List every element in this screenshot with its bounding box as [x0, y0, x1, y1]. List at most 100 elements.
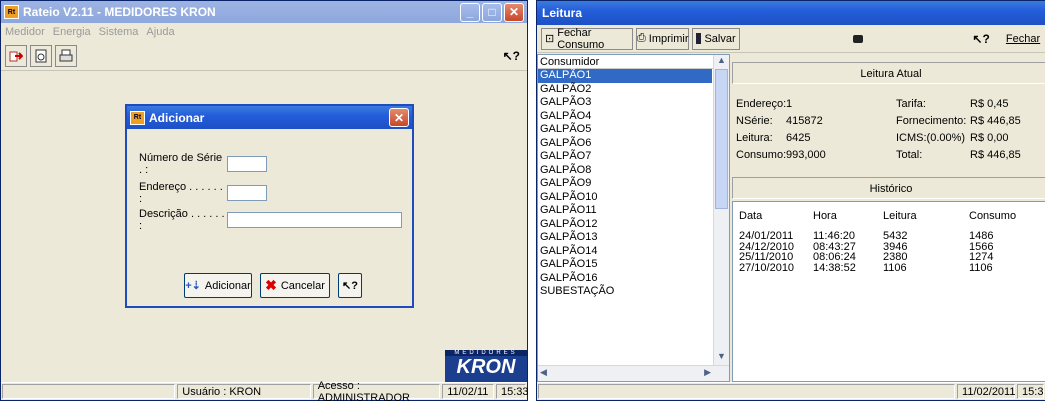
history-columns: Data Hora Leitura Consumo	[739, 210, 1045, 224]
add-meter-button[interactable]	[5, 44, 27, 67]
help-button[interactable]: ↖?	[970, 27, 993, 50]
app-icon: Rt	[4, 5, 19, 19]
list-item[interactable]: GALPÃO4	[538, 110, 712, 124]
consumption-label: Consumo:	[736, 149, 787, 161]
reading-button[interactable]	[30, 44, 52, 67]
list-item[interactable]: GALPÃO15	[538, 258, 712, 272]
scroll-left-arrow[interactable]: ◀	[540, 367, 547, 378]
serial-number-field[interactable]	[227, 156, 267, 172]
row-consumption: 1106	[969, 261, 993, 274]
menu-ajuda[interactable]: Ajuda	[146, 26, 174, 38]
minimize-button[interactable]: _	[460, 2, 480, 22]
scroll-thumb[interactable]	[715, 69, 728, 209]
leitura-window: Leitura ⊡ Fechar Consumo ⎙ Imprimir Salv…	[536, 0, 1045, 401]
cancel-button-label: Cancelar	[280, 279, 325, 292]
list-item[interactable]: GALPÃO5	[538, 123, 712, 137]
list-item[interactable]: GALPÃO14	[538, 245, 712, 259]
status-user: Usuário : KRON	[177, 384, 311, 399]
dialog-icon: Rt	[130, 110, 145, 125]
column-reading: Leitura	[883, 210, 917, 222]
help-button[interactable]: ↖?	[499, 44, 523, 67]
status-time: 15:32	[1017, 384, 1044, 399]
tariff-label: Tarifa:	[896, 98, 926, 110]
table-row[interactable]: 24/12/2010 08:43:27 3946 1566	[739, 241, 1045, 253]
help-icon: ↖?	[342, 280, 358, 292]
consumer-list[interactable]: Consumidor GALPÃO1 GALPÃO2 GALPÃO3 GALPÃ…	[537, 54, 730, 382]
connection-icon	[852, 34, 864, 43]
dialog-help-button[interactable]: ↖?	[338, 273, 362, 298]
table-row[interactable]: 25/11/2010 08:06:24 2380 1274	[739, 251, 1045, 263]
main-toolbar: ↖?	[1, 41, 527, 71]
reading-value: 6425	[786, 132, 811, 144]
scroll-up-arrow[interactable]: ▲	[714, 55, 729, 69]
leitura-toolbar: ⊡ Fechar Consumo ⎙ Imprimir Salvar ↖? Fe…	[537, 25, 1045, 53]
status-time: 15:33	[496, 384, 529, 399]
cancel-button[interactable]: ✖ Cancelar	[260, 273, 330, 298]
logo: MEDIDORES KRON	[445, 350, 527, 382]
total-label: Total:	[896, 149, 923, 161]
status-access: Acesso : ADMINISTRADOR	[312, 380, 441, 404]
list-item[interactable]: GALPÃO1	[538, 69, 712, 83]
leitura-titlebar[interactable]: Leitura	[537, 1, 1045, 25]
list-item[interactable]: GALPÃO13	[538, 231, 712, 245]
dialog-close-button[interactable]: ✕	[389, 108, 409, 127]
add-button[interactable]: +⇣ Adicionar	[184, 273, 252, 298]
list-item[interactable]: SUBESTAÇÃO	[538, 285, 712, 299]
column-consumption: Consumo	[969, 210, 1017, 222]
close-button[interactable]: ✕	[504, 2, 524, 22]
menu-sistema[interactable]: Sistema	[99, 26, 139, 38]
history-table[interactable]: Data Hora Leitura Consumo 24/01/2011 11:…	[732, 201, 1045, 382]
rateio-titlebar[interactable]: Rt Rateio V2.11 - MEDIDORES KRON _ □ ✕	[1, 1, 527, 23]
list-item[interactable]: GALPÃO10	[538, 191, 712, 205]
list-item[interactable]: GALPÃO9	[538, 177, 712, 191]
status-date: 11/02/2011	[957, 384, 1015, 399]
close-consumption-label: Fechar Consumo	[557, 26, 605, 51]
table-row[interactable]: 24/01/2011 11:46:20 5432 1486	[739, 230, 1045, 242]
print-button[interactable]: ⎙ Imprimir	[636, 27, 690, 50]
address-label: Endereço:	[736, 98, 787, 110]
total-value: R$ 446,85	[970, 149, 1021, 161]
logo-name: KRON	[456, 356, 516, 378]
supply-value: R$ 446,85	[970, 115, 1021, 127]
rateio-window: Rt Rateio V2.11 - MEDIDORES KRON _ □ ✕ M…	[0, 0, 529, 404]
icms-label: ICMS:(0.00%)	[896, 132, 966, 144]
dialog-titlebar[interactable]: Rt Adicionar ✕	[127, 106, 412, 129]
scroll-right-arrow[interactable]: ▶	[704, 367, 711, 378]
list-item[interactable]: GALPÃO11	[538, 204, 712, 218]
meter-icon: ⊡	[545, 33, 555, 45]
table-row[interactable]: 27/10/2010 14:38:52 1106 1106	[739, 261, 1045, 274]
list-item[interactable]: GALPÃO3	[538, 96, 712, 110]
list-item[interactable]: GALPÃO6	[538, 137, 712, 151]
menu-medidor[interactable]: Medidor	[5, 26, 45, 38]
description-label: Descrição . . . . . . :	[139, 208, 225, 232]
list-item[interactable]: GALPÃO16	[538, 272, 712, 286]
list-item[interactable]: GALPÃO7	[538, 150, 712, 164]
dialog-title: Adicionar	[149, 110, 205, 125]
list-horizontal-scrollbar[interactable]: ◀ ▶	[538, 365, 729, 381]
list-item[interactable]: GALPÃO2	[538, 83, 712, 97]
supply-label: Fornecimento:	[896, 115, 967, 127]
menu-energia[interactable]: Energia	[53, 26, 91, 38]
address-field[interactable]	[227, 185, 267, 201]
rateio-statusbar: Usuário : KRON Acesso : ADMINISTRADOR 11…	[1, 380, 529, 404]
save-button[interactable]: Salvar	[692, 27, 740, 50]
description-field[interactable]	[227, 212, 402, 228]
close-label: Fechar	[1005, 32, 1041, 45]
save-label: Salvar	[704, 32, 736, 45]
scroll-down-arrow[interactable]: ▼	[714, 351, 729, 365]
status-date: 11/02/11	[442, 384, 494, 399]
print-button[interactable]	[55, 44, 77, 67]
list-item[interactable]: GALPÃO12	[538, 218, 712, 232]
close-consumption-button[interactable]: ⊡ Fechar Consumo	[541, 26, 634, 51]
consumer-items: GALPÃO1 GALPÃO2 GALPÃO3 GALPÃO4 GALPÃO5 …	[538, 69, 712, 299]
menubar: Medidor Energia Sistema Ajuda	[1, 23, 527, 41]
maximize-button[interactable]: □	[482, 2, 502, 22]
list-item[interactable]: GALPÃO8	[538, 164, 712, 178]
row-date: 27/10/2010	[739, 261, 795, 274]
list-vertical-scrollbar[interactable]: ▲ ▼	[713, 55, 729, 365]
reading-label: Leitura:	[736, 132, 773, 144]
printer-icon	[59, 49, 73, 61]
tariff-value: R$ 0,45	[970, 98, 1009, 110]
close-button[interactable]: Fechar	[1005, 27, 1041, 50]
export-arrow-icon	[9, 51, 23, 61]
